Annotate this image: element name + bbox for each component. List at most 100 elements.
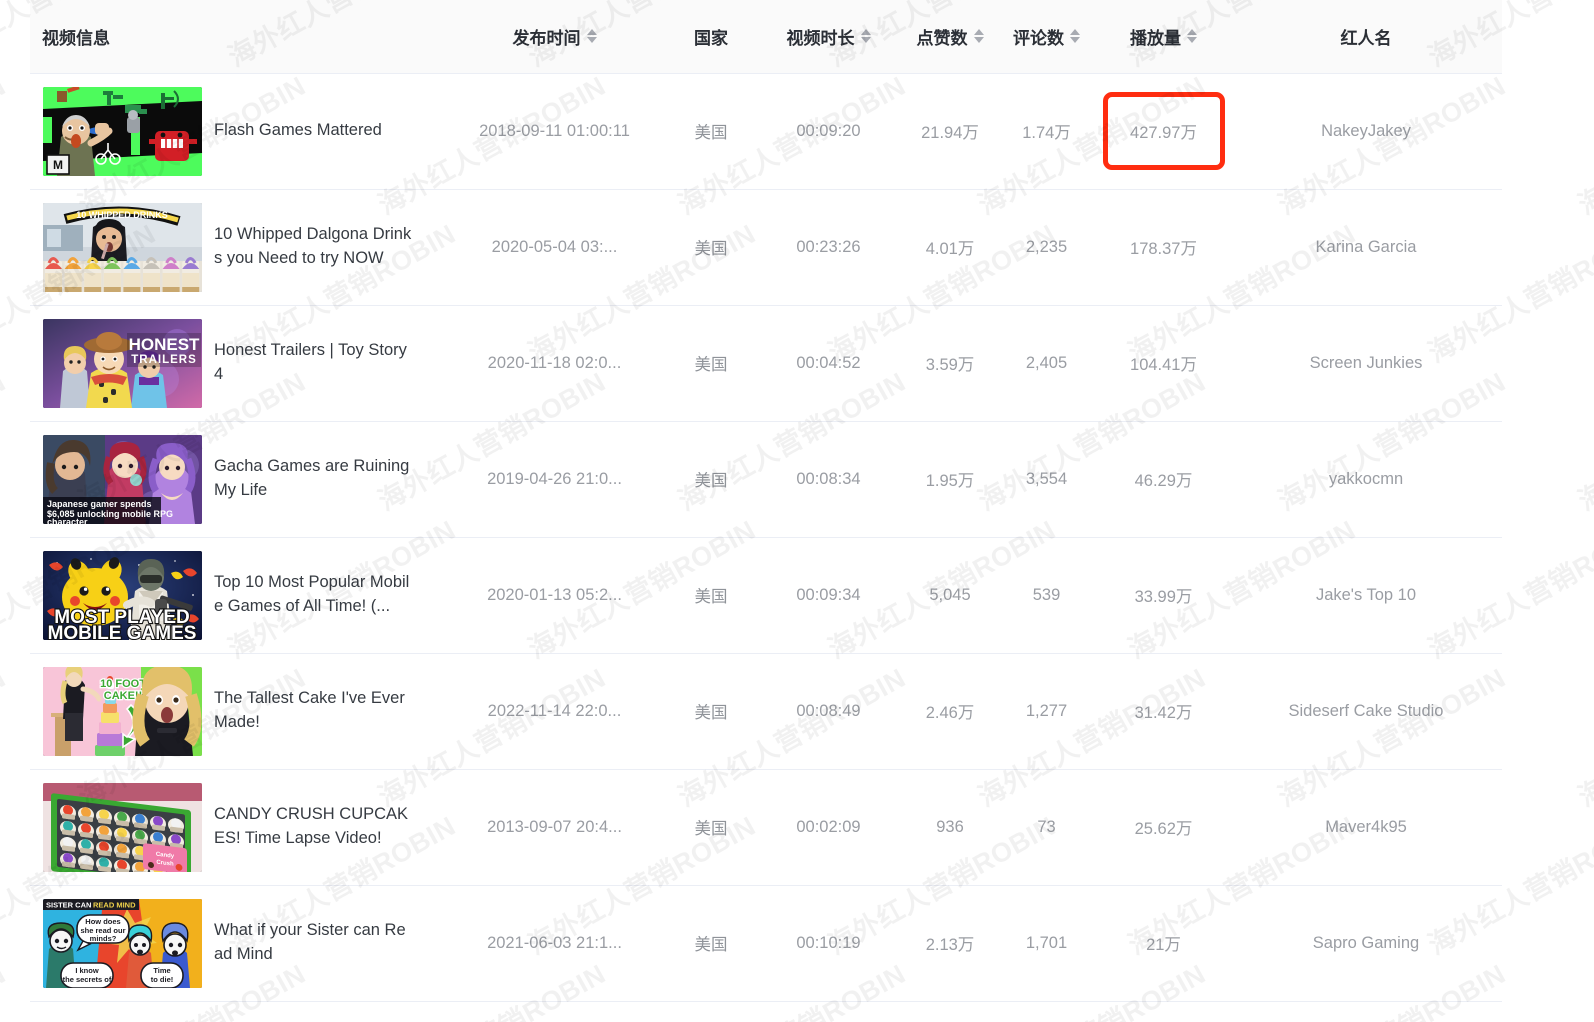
svg-text:READ MIND: READ MIND	[93, 900, 136, 909]
table-row[interactable]: HONEST TRAILERS Honest Trailers | Toy St…	[30, 305, 1502, 421]
cell-influencer-name: Sideserf Cake Studio	[1230, 653, 1502, 769]
cell-value: 2020-11-18 02:0...	[487, 353, 622, 372]
video-info-wrapper: SISTER CAN READ MIND How does she read o…	[30, 898, 440, 988]
column-header-inner: 评论数	[1013, 24, 1080, 49]
column-header-likes[interactable]: 点赞数	[904, 0, 996, 74]
video-results-table-container: 视频信息 发布时间 国家 视频时长 点赞数 评论数 播放量 红人名 M Flas…	[30, 0, 1502, 1002]
watermark-text: 海外红人营销ROBIN	[1573, 662, 1594, 813]
video-thumbnail-dalgona-drinks[interactable]: 10 WHIPPED DRINKS	[43, 202, 202, 292]
sort-arrows-icon[interactable]	[586, 29, 597, 44]
cell-country: 美国	[669, 653, 753, 769]
watermark-text: 海外红人营销ROBIN	[0, 70, 11, 221]
video-title[interactable]: CANDY CRUSH CUPCAKES! Time Lapse Video!	[214, 803, 414, 851]
column-header-inner: 视频信息	[42, 24, 110, 49]
cell-comments: 3,554	[996, 421, 1097, 537]
cell-video-info[interactable]: Japanese gamer spends $6,085 unlocking m…	[30, 421, 440, 537]
video-thumbnail-tallest-cake[interactable]: 10 FOOT CAKE!!	[43, 666, 202, 756]
column-header-label: 发布时间	[512, 28, 581, 48]
cell-value: 46.29万	[1134, 472, 1193, 490]
column-header-label: 点赞数	[916, 28, 968, 48]
cell-likes: 936	[904, 769, 996, 885]
table-row[interactable]: M Flash Games Mattered 2018-09-11 01:00:1…	[30, 73, 1502, 189]
svg-text:Japanese gamer spends: Japanese gamer spends	[47, 499, 152, 509]
cell-publish-time: 2013-09-07 20:4...	[440, 769, 669, 885]
svg-text:Time: Time	[153, 966, 170, 975]
video-title[interactable]: What if your Sister can Read Mind	[214, 919, 414, 967]
table-row[interactable]: MOST PLAYED MOBILE GAMES Top 10 Most Pop…	[30, 537, 1502, 653]
cell-influencer-name: Screen Junkies	[1230, 305, 1502, 421]
cell-views: 46.29万	[1097, 421, 1230, 537]
sort-arrows-icon[interactable]	[1187, 29, 1197, 44]
table-row[interactable]: 10 WHIPPED DRINKS 10 Whipped Dalgona Dri…	[30, 189, 1502, 305]
cell-value: Jake's Top 10	[1315, 585, 1417, 604]
column-header-name: 红人名	[1230, 0, 1502, 74]
cell-value: 31.42万	[1134, 704, 1193, 722]
cell-video-info[interactable]: HONEST TRAILERS Honest Trailers | Toy St…	[30, 305, 440, 421]
video-title[interactable]: Gacha Games are Ruining My Life	[214, 455, 414, 503]
video-thumbnail-candy-crush-cupcakes[interactable]: Candy Crush	[43, 782, 202, 872]
cell-value: Sideserf Cake Studio	[1288, 701, 1444, 720]
cell-video-info[interactable]: M Flash Games Mattered	[30, 73, 440, 189]
sort-arrows-icon[interactable]	[860, 29, 871, 44]
watermark-text: 海外红人营销ROBIN	[0, 662, 11, 813]
cell-value: 00:10:19	[796, 933, 861, 952]
column-header-inner: 红人名	[1341, 24, 1392, 49]
cell-value: 1,701	[1025, 933, 1068, 952]
cell-value: Screen Junkies	[1309, 353, 1423, 372]
cell-likes: 5,045	[904, 537, 996, 653]
column-header-date[interactable]: 发布时间	[440, 0, 669, 74]
cell-duration: 00:09:20	[753, 73, 904, 189]
video-info-wrapper: Candy Crush CANDY CRUSH CUPCAKES! Time L…	[30, 782, 440, 872]
cell-publish-time: 2019-04-26 21:0...	[440, 421, 669, 537]
cell-video-info[interactable]: SISTER CAN READ MIND How does she read o…	[30, 885, 440, 1001]
table-row[interactable]: 10 FOOT CAKE!! The Tallest Cake I've Eve…	[30, 653, 1502, 769]
cell-duration: 00:09:34	[753, 537, 904, 653]
cell-publish-time: 2018-09-11 01:00:11	[440, 73, 669, 189]
cell-likes: 21.94万	[904, 73, 996, 189]
cell-publish-time: 2020-05-04 03:...	[440, 189, 669, 305]
svg-text:to die!: to die!	[151, 975, 174, 984]
video-thumbnail-sister-read-mind-cartoon[interactable]: SISTER CAN READ MIND How does she read o…	[43, 898, 202, 988]
column-header-label: 播放量	[1130, 28, 1181, 48]
cell-value: 1.74万	[1022, 124, 1071, 142]
table-row[interactable]: Japanese gamer spends $6,085 unlocking m…	[30, 421, 1502, 537]
video-title[interactable]: Top 10 Most Popular Mobile Games of All …	[214, 571, 414, 619]
sort-arrows-icon[interactable]	[973, 29, 984, 44]
video-title[interactable]: 10 Whipped Dalgona Drinks you Need to tr…	[214, 223, 414, 271]
cell-value: 21万	[1146, 936, 1181, 954]
sort-arrows-icon[interactable]	[1070, 29, 1080, 44]
column-header-duration[interactable]: 视频时长	[753, 0, 904, 74]
video-title[interactable]: Honest Trailers | Toy Story 4	[214, 339, 414, 387]
cell-publish-time: 2020-01-13 05:2...	[440, 537, 669, 653]
cell-video-info[interactable]: Candy Crush CANDY CRUSH CUPCAKES! Time L…	[30, 769, 440, 885]
cell-comments: 1.74万	[996, 73, 1097, 189]
cell-video-info[interactable]: 10 WHIPPED DRINKS 10 Whipped Dalgona Dri…	[30, 189, 440, 305]
column-header-comments[interactable]: 评论数	[996, 0, 1097, 74]
video-thumbnail-honest-trailers-toy-story[interactable]: HONEST TRAILERS	[43, 318, 202, 408]
video-info-wrapper: M Flash Games Mattered	[30, 86, 440, 176]
cell-value: 00:09:20	[796, 121, 861, 140]
video-info-wrapper: Japanese gamer spends $6,085 unlocking m…	[30, 434, 440, 524]
video-thumbnail-flash-games-pixel-art[interactable]: M	[43, 86, 202, 176]
video-thumbnail-most-played-mobile-games[interactable]: MOST PLAYED MOBILE GAMES	[43, 550, 202, 640]
column-header-views[interactable]: 播放量	[1097, 0, 1230, 74]
column-header-label: 视频时长	[786, 28, 855, 48]
cell-value: 2018-09-11 01:00:11	[479, 121, 630, 140]
table-row[interactable]: SISTER CAN READ MIND How does she read o…	[30, 885, 1502, 1001]
cell-video-info[interactable]: MOST PLAYED MOBILE GAMES Top 10 Most Pop…	[30, 537, 440, 653]
cell-value: 00:08:34	[796, 469, 861, 488]
cell-video-info[interactable]: 10 FOOT CAKE!! The Tallest Cake I've Eve…	[30, 653, 440, 769]
cell-duration: 00:10:19	[753, 885, 904, 1001]
svg-text:M: M	[53, 158, 63, 172]
video-title[interactable]: The Tallest Cake I've Ever Made!	[214, 687, 414, 735]
video-thumbnail-gacha-games-anime[interactable]: Japanese gamer spends $6,085 unlocking m…	[43, 434, 202, 524]
cell-likes: 3.59万	[904, 305, 996, 421]
column-header-inner: 视频时长	[787, 24, 871, 49]
cell-influencer-name: Karina Garcia	[1230, 189, 1502, 305]
table-row[interactable]: Candy Crush CANDY CRUSH CUPCAKES! Time L…	[30, 769, 1502, 885]
cell-value: 2.46万	[925, 704, 975, 722]
cell-value: 美国	[694, 356, 728, 374]
cell-publish-time: 2021-06-03 21:1...	[440, 885, 669, 1001]
video-title[interactable]: Flash Games Mattered	[214, 119, 382, 143]
cell-publish-time: 2020-11-18 02:0...	[440, 305, 669, 421]
